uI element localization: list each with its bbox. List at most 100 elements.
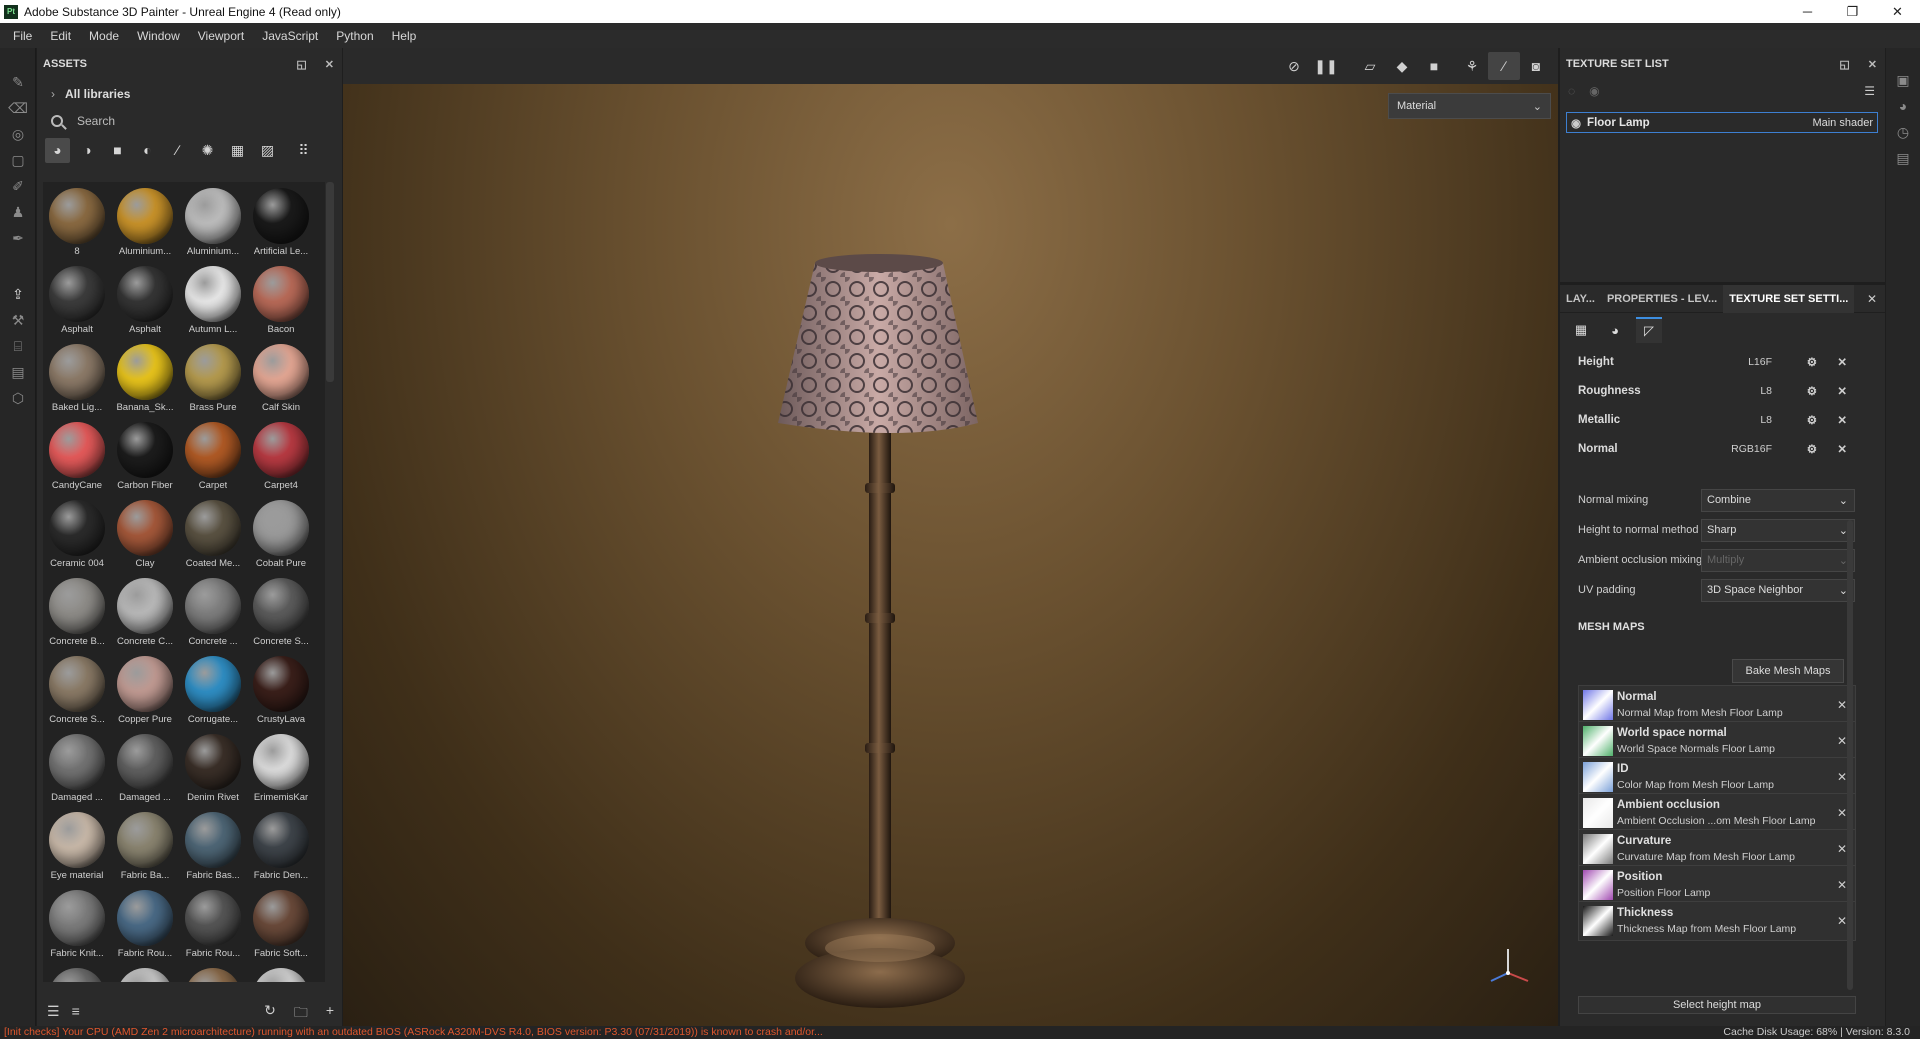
mesh-map-thumbnail[interactable]	[1583, 762, 1613, 792]
remove-icon[interactable]: ✕	[1837, 734, 1847, 748]
viewport-mode-select[interactable]: Material ⌄	[1388, 93, 1551, 119]
remove-icon[interactable]: ✕	[1837, 413, 1847, 427]
material-tile[interactable]: Artificial Le...	[247, 188, 315, 258]
eye-icon[interactable]: ◉	[1589, 84, 1599, 98]
material-tile[interactable]: Cobalt Pure	[247, 500, 315, 570]
menu-python[interactable]: Python	[327, 29, 382, 43]
hide-icon[interactable]: ◌	[1568, 84, 1575, 98]
bake-icon[interactable]: ⚒	[8, 310, 28, 330]
gear-icon[interactable]: ⚙	[1807, 413, 1817, 427]
filter-textures-icon[interactable]: ▦	[225, 138, 250, 163]
menu-file[interactable]: File	[4, 29, 41, 43]
mesh-map-item[interactable]: World space normal World Space Normals Fl…	[1578, 721, 1856, 761]
remove-icon[interactable]: ✕	[1837, 698, 1847, 712]
menu-help[interactable]: Help	[383, 29, 426, 43]
channel-format[interactable]: L8	[1760, 385, 1772, 397]
material-tile[interactable]: Concrete C...	[111, 578, 179, 648]
material-tile[interactable]: Denim Rivet	[179, 734, 247, 804]
document-icon[interactable]: ▤	[8, 362, 28, 382]
gear-icon[interactable]: ⚙	[1807, 384, 1817, 398]
menu-javascript[interactable]: JavaScript	[253, 29, 327, 43]
material-tile[interactable]: Baked Lig...	[43, 344, 111, 414]
menu-mode[interactable]: Mode	[80, 29, 128, 43]
float-panel-icon[interactable]: ◱	[1839, 58, 1849, 71]
material-tile[interactable]: CrustyLava	[247, 656, 315, 726]
asset-grid-scrollbar[interactable]	[326, 182, 334, 382]
minimize-button[interactable]: ─	[1785, 0, 1830, 23]
normal-mixing-select[interactable]: Combine ⌄	[1701, 488, 1855, 512]
material-tile[interactable]: Aluminium...	[111, 188, 179, 258]
mesh-map-thumbnail[interactable]	[1583, 798, 1613, 828]
material-tile[interactable]: Concrete ...	[179, 578, 247, 648]
filter-environments-icon[interactable]: ▨	[255, 138, 280, 163]
material-tile[interactable]: Fabric Soft...	[247, 890, 315, 960]
material-tile[interactable]: Brass Pure	[179, 344, 247, 414]
menu-edit[interactable]: Edit	[41, 29, 80, 43]
filter-smart-materials-icon[interactable]: ◑	[75, 138, 100, 163]
material-tile[interactable]: Fabric Den...	[247, 812, 315, 882]
library-selector[interactable]: › All libraries	[37, 80, 342, 108]
channel-row[interactable]: Height L16F ⚙ ✕	[1560, 347, 1885, 376]
projection-tool-icon[interactable]: ◎	[8, 124, 28, 144]
hide-ui-icon[interactable]: ⊘	[1278, 52, 1310, 80]
import-icon[interactable]: 🗀	[294, 1002, 308, 1026]
select-height-map-button[interactable]: Select height map	[1578, 996, 1856, 1014]
mask-icon[interactable]: ⌸	[8, 336, 28, 356]
tab-texture-set-settings[interactable]: TEXTURE SET SETTI...	[1723, 284, 1855, 313]
material-tile[interactable]: Aluminium...	[179, 188, 247, 258]
channel-row[interactable]: Roughness L8 ⚙ ✕	[1560, 376, 1885, 405]
material-tile[interactable]	[43, 968, 111, 982]
status-error-message[interactable]: [Init checks] Your CPU (AMD Zen 2 microa…	[4, 1026, 823, 1038]
material-tile[interactable]: Copper Pure	[111, 656, 179, 726]
mesh-map-item[interactable]: Ambient occlusion Ambient Occlusion ...om…	[1578, 793, 1856, 833]
menu-icon[interactable]: ☰	[1864, 84, 1875, 98]
refresh-icon[interactable]: ↻	[264, 1002, 276, 1026]
add-icon[interactable]: +	[326, 1002, 334, 1026]
material-tile[interactable]: Asphalt	[111, 266, 179, 336]
symmetry-icon[interactable]: ⚘	[1456, 52, 1488, 80]
material-tile[interactable]: Concrete S...	[247, 578, 315, 648]
eraser-tool-icon[interactable]: ⌫	[8, 98, 28, 118]
mesh-map-thumbnail[interactable]	[1583, 834, 1613, 864]
material-tile[interactable]: Concrete S...	[43, 656, 111, 726]
remove-icon[interactable]: ✕	[1837, 770, 1847, 784]
grid-view-icon[interactable]: ⠿	[291, 138, 316, 163]
filter-brushes-icon[interactable]: ∕	[165, 138, 190, 163]
channels-icon[interactable]: ▦	[1568, 317, 1594, 343]
material-tile[interactable]: Autumn L...	[179, 266, 247, 336]
filter-filters-icon[interactable]: ◐	[135, 138, 160, 163]
filter-masks-icon[interactable]: ■	[105, 138, 130, 163]
channel-format[interactable]: L16F	[1748, 356, 1772, 368]
filter-particles-icon[interactable]: ✺	[195, 138, 220, 163]
3d-view-icon[interactable]: ◆	[1386, 52, 1418, 80]
clone-tool-icon[interactable]: ♟	[8, 202, 28, 222]
uv-padding-select[interactable]: 3D Space Neighbor ⌄	[1701, 578, 1855, 602]
remove-icon[interactable]: ✕	[1837, 442, 1847, 456]
geometry-mask-tool-icon[interactable]: ▢	[8, 150, 28, 170]
material-tile[interactable]: 8	[43, 188, 111, 258]
export-icon[interactable]: ⇪	[8, 284, 28, 304]
menu-viewport[interactable]: Viewport	[189, 29, 253, 43]
asset-search[interactable]: Search	[37, 108, 342, 134]
remove-icon[interactable]: ✕	[1837, 878, 1847, 892]
close-panel-icon[interactable]: ✕	[325, 58, 334, 71]
close-panel-icon[interactable]: ✕	[1868, 58, 1877, 71]
material-tile[interactable]	[111, 968, 179, 982]
close-window-button[interactable]: ✕	[1875, 0, 1920, 23]
material-tile[interactable]: Concrete B...	[43, 578, 111, 648]
remove-icon[interactable]: ✕	[1837, 914, 1847, 928]
history-icon[interactable]: ◷	[1893, 122, 1913, 142]
material-tile[interactable]: Eye material	[43, 812, 111, 882]
shader-icon[interactable]: ◕	[1602, 317, 1628, 343]
material-tile[interactable]: CandyCane	[43, 422, 111, 492]
material-tile[interactable]: Fabric Rou...	[179, 890, 247, 960]
material-tile[interactable]: ErimemisKar	[247, 734, 315, 804]
material-tile[interactable]: Ceramic 004	[43, 500, 111, 570]
mesh-map-item[interactable]: Curvature Curvature Map from Mesh Floor L…	[1578, 829, 1856, 869]
screenshot-icon[interactable]: ◙	[1520, 52, 1552, 80]
material-tile[interactable]: Corrugate...	[179, 656, 247, 726]
mesh-map-item[interactable]: ID Color Map from Mesh Floor Lamp ✕	[1578, 757, 1856, 797]
sort-icon[interactable]: ≡	[72, 1003, 80, 1019]
mesh-map-thumbnail[interactable]	[1583, 906, 1613, 936]
picker-tool-icon[interactable]: ✒	[8, 228, 28, 248]
